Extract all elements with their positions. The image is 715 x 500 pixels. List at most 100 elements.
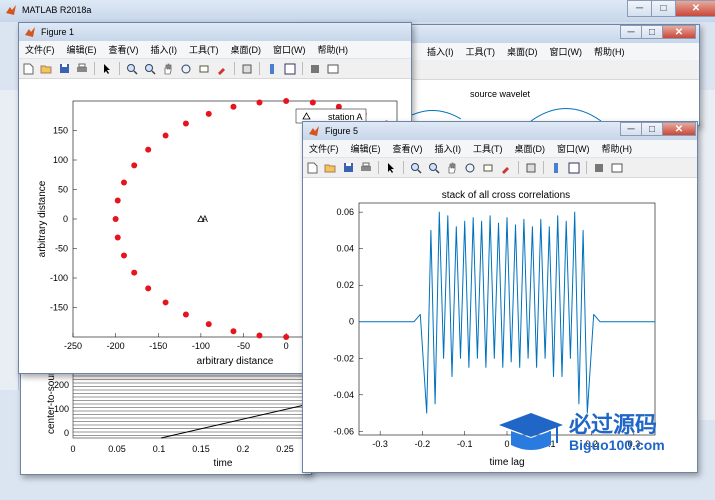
brush-icon[interactable] — [499, 161, 513, 175]
menu-item[interactable]: 桌面(D) — [501, 45, 544, 58]
y-axis-label: arbitrary distance — [37, 180, 48, 257]
close-button[interactable]: ✕ — [675, 0, 715, 17]
xtick-label: -0.2 — [415, 439, 431, 449]
minimize-button[interactable]: ─ — [620, 25, 642, 39]
zoom-in-icon[interactable] — [409, 161, 423, 175]
ytick-label: 100 — [53, 155, 68, 165]
source-point — [230, 328, 237, 335]
ytick-label: -100 — [50, 273, 68, 283]
link-plot-icon[interactable] — [240, 62, 254, 76]
print-icon[interactable] — [359, 161, 373, 175]
menu-window[interactable]: 窗口(W) — [267, 43, 312, 56]
figure-1-toolbar — [19, 59, 411, 79]
menu-desktop[interactable]: 桌面(D) — [225, 43, 268, 56]
source-point — [145, 146, 152, 153]
menu-file[interactable]: 文件(F) — [303, 142, 345, 155]
ytick-label: 0 — [64, 428, 69, 438]
colorbar-icon[interactable] — [265, 62, 279, 76]
xtick-label: 0.15 — [192, 444, 210, 454]
menu-help[interactable]: 帮助(H) — [596, 142, 639, 155]
desktop-panel-left — [0, 90, 19, 390]
source-point — [205, 321, 212, 328]
station-label: A — [202, 214, 208, 224]
rotate-3d-icon[interactable] — [463, 161, 477, 175]
menu-help[interactable]: 帮助(H) — [312, 43, 355, 56]
figure-1-titlebar: Figure 1 — [19, 23, 411, 41]
brush-icon[interactable] — [215, 62, 229, 76]
new-figure-icon[interactable] — [305, 161, 319, 175]
menu-item[interactable]: 窗口(W) — [544, 45, 589, 58]
menu-view[interactable]: 查看(V) — [103, 43, 145, 56]
maximize-button[interactable]: □ — [651, 0, 676, 17]
hide-plot-tools-icon[interactable] — [308, 62, 322, 76]
desktop-panel-right — [698, 90, 715, 420]
edit-plot-arrow-icon[interactable] — [100, 62, 114, 76]
show-plot-tools-icon[interactable] — [326, 62, 340, 76]
figure-5-controls: ─ □ ✕ — [620, 122, 696, 139]
graduation-cap-logo-icon — [499, 413, 563, 450]
menu-desktop[interactable]: 桌面(D) — [509, 142, 552, 155]
save-icon[interactable] — [341, 161, 355, 175]
open-file-icon[interactable] — [323, 161, 337, 175]
matlab-figure-icon — [25, 27, 35, 37]
source-wavelet-line — [401, 108, 602, 122]
figure-back-controls: ─ □ ✕ — [620, 25, 696, 42]
pan-hand-icon[interactable] — [161, 62, 175, 76]
menu-window[interactable]: 窗口(W) — [551, 142, 596, 155]
maximize-button[interactable]: □ — [641, 25, 663, 39]
print-icon[interactable] — [75, 62, 89, 76]
zoom-out-icon[interactable] — [427, 161, 441, 175]
data-cursor-icon[interactable] — [197, 62, 211, 76]
figure-window-bottom[interactable]: 200 100 0 0 0.05 0.1 0.15 0.2 0.25 time … — [20, 365, 312, 475]
xtick-label: -50 — [237, 341, 250, 351]
menu-item[interactable]: 插入(I) — [421, 45, 460, 58]
legend-icon[interactable] — [283, 62, 297, 76]
source-point — [162, 132, 169, 139]
pan-hand-icon[interactable] — [445, 161, 459, 175]
menu-file[interactable]: 文件(F) — [19, 43, 61, 56]
menu-insert[interactable]: 插入(I) — [429, 142, 468, 155]
menu-view[interactable]: 查看(V) — [387, 142, 429, 155]
source-point — [114, 234, 121, 241]
new-figure-icon[interactable] — [21, 62, 35, 76]
source-point — [283, 98, 290, 104]
matlab-logo-icon — [6, 5, 16, 15]
save-icon[interactable] — [57, 62, 71, 76]
hide-plot-tools-icon[interactable] — [592, 161, 606, 175]
source-point — [131, 269, 138, 276]
minimize-button[interactable]: ─ — [627, 0, 652, 17]
edit-plot-arrow-icon[interactable] — [384, 161, 398, 175]
zoom-out-icon[interactable] — [143, 62, 157, 76]
main-titlebar: MATLAB R2018a — [0, 0, 715, 22]
source-point — [131, 162, 138, 169]
source-point — [256, 99, 263, 106]
maximize-button[interactable]: □ — [641, 122, 663, 136]
close-button[interactable]: ✕ — [662, 25, 696, 39]
menu-edit[interactable]: 编辑(E) — [61, 43, 103, 56]
menu-edit[interactable]: 编辑(E) — [345, 142, 387, 155]
legend-icon[interactable] — [567, 161, 581, 175]
menu-item[interactable]: 工具(T) — [460, 45, 502, 58]
menu-tools[interactable]: 工具(T) — [467, 142, 509, 155]
data-cursor-icon[interactable] — [481, 161, 495, 175]
ytick-label: -150 — [50, 303, 68, 313]
rotate-3d-icon[interactable] — [179, 62, 193, 76]
figure-5-menubar: 文件(F) 编辑(E) 查看(V) 插入(I) 工具(T) 桌面(D) 窗口(W… — [303, 140, 697, 158]
watermark-url: Biguo100.com — [569, 437, 665, 453]
watermark-brand: 必过源码 — [569, 412, 658, 437]
show-plot-tools-icon[interactable] — [610, 161, 624, 175]
menu-item[interactable]: 帮助(H) — [588, 45, 631, 58]
colorbar-icon[interactable] — [549, 161, 563, 175]
xtick-label: 0 — [70, 444, 75, 454]
menu-insert[interactable]: 插入(I) — [145, 43, 184, 56]
xtick-label: 0.1 — [153, 444, 166, 454]
open-file-icon[interactable] — [39, 62, 53, 76]
minimize-button[interactable]: ─ — [620, 122, 642, 136]
close-button[interactable]: ✕ — [662, 122, 696, 136]
source-point — [162, 299, 169, 306]
menu-tools[interactable]: 工具(T) — [183, 43, 225, 56]
link-plot-icon[interactable] — [524, 161, 538, 175]
xtick-label: -100 — [192, 341, 210, 351]
zoom-in-icon[interactable] — [125, 62, 139, 76]
ytick-label: -0.04 — [333, 390, 354, 400]
